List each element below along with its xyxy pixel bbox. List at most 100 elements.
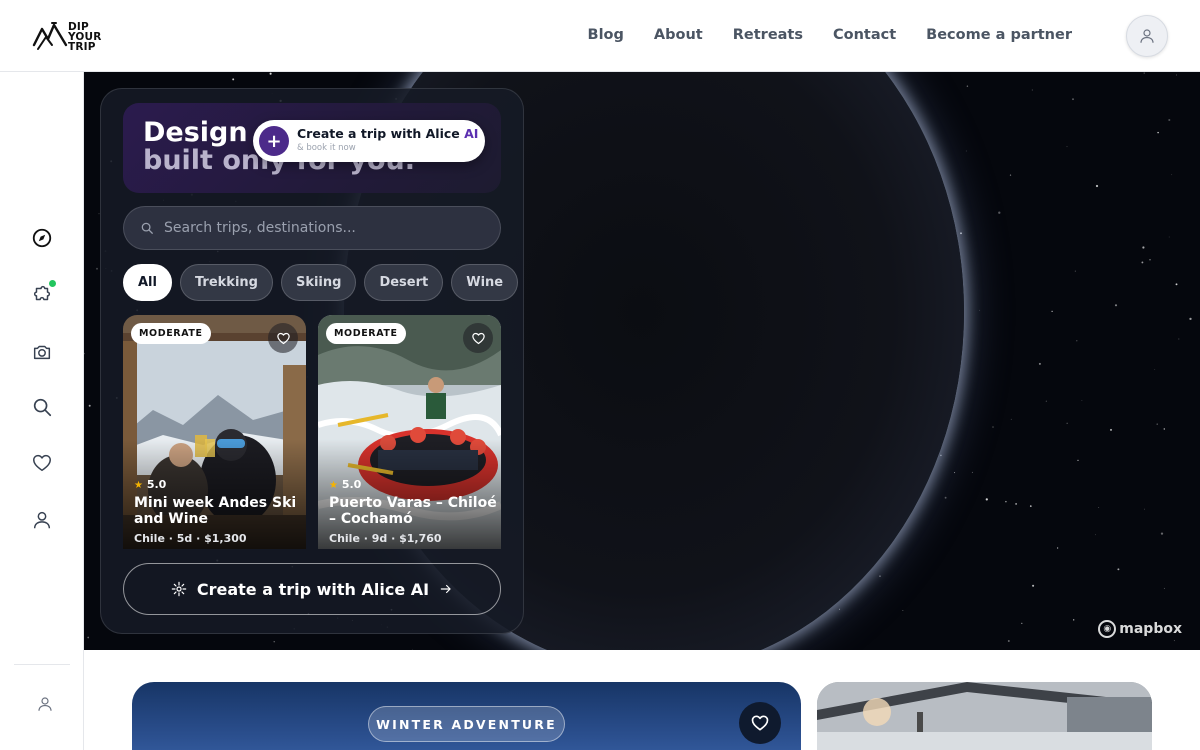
filter-chip-all[interactable]: All (123, 264, 172, 301)
trip-search-bar[interactable] (123, 206, 501, 250)
star (1077, 459, 1079, 462)
favorite-button[interactable] (268, 323, 298, 353)
star (971, 471, 973, 473)
trip-card[interactable]: MODERATE ★ 5.0 Mini week Andes Ski and W… (123, 315, 306, 549)
star (1073, 619, 1075, 621)
sidebar-divider (14, 664, 70, 665)
star (269, 72, 272, 75)
top-navigation-bar: DIP YOUR TRIP Blog About Retreats Contac… (0, 0, 1200, 72)
favorite-button[interactable] (463, 323, 493, 353)
star (1098, 506, 1100, 508)
alice-pill-subtitle: & book it now (297, 143, 356, 153)
main-nav: Blog About Retreats Contact Become a par… (588, 0, 1072, 70)
user-icon (1140, 29, 1154, 43)
star (1081, 400, 1083, 401)
star (1160, 532, 1164, 535)
camera-icon (33, 345, 51, 360)
sidebar-search-button[interactable] (30, 395, 54, 419)
star (1009, 174, 1012, 176)
nav-link-retreats[interactable]: Retreats (733, 27, 803, 43)
star (992, 426, 994, 428)
star (1007, 640, 1010, 642)
difficulty-badge: MODERATE (131, 323, 211, 344)
star (1154, 368, 1156, 370)
star (1163, 587, 1165, 589)
trip-design-panel: Design a built only for you. + Create a … (100, 88, 524, 634)
star (1076, 340, 1078, 342)
alice-pill-ai-label: AI (464, 126, 479, 141)
logo-wordmark: DIP YOUR TRIP (68, 22, 102, 53)
featured-trip-card[interactable]: WINTER ADVENTURE (132, 682, 801, 750)
nav-link-become-a-partner[interactable]: Become a partner (926, 27, 1072, 43)
alice-ai-pill-button[interactable]: + Create a trip with Alice AI & book it … (253, 120, 485, 162)
user-icon (38, 697, 52, 711)
sidebar-experiences-button[interactable] (30, 280, 56, 306)
star (979, 309, 981, 311)
alice-pill-title-prefix: Create a trip with Alice (297, 126, 460, 141)
mapbox-logo-icon: ◉ (1098, 620, 1117, 638)
filter-chip-skiing[interactable]: Skiing (280, 264, 357, 301)
star (1117, 568, 1120, 571)
star (1038, 362, 1041, 365)
star (1163, 428, 1166, 430)
mapbox-attribution[interactable]: ◉ mapbox (1098, 620, 1182, 638)
star (1066, 146, 1068, 148)
star (1095, 534, 1096, 536)
category-filter-chips: All Trekking Skiing Desert Wine (123, 264, 523, 302)
trip-meta: Chile · 5d · $1,300 (134, 532, 247, 545)
star (1168, 236, 1170, 238)
star (1109, 428, 1113, 431)
trip-cards-carousel: MODERATE ★ 5.0 Mini week Andes Ski and W… (123, 315, 501, 549)
difficulty-badge: MODERATE (326, 323, 406, 344)
star (1015, 502, 1018, 505)
star-icon: ★ (329, 480, 338, 491)
star (1142, 246, 1145, 249)
secondary-trip-card[interactable] (817, 682, 1152, 750)
star (1021, 622, 1023, 625)
filter-chip-desert[interactable]: Desert (364, 264, 444, 301)
trip-meta: Chile · 9d · $1,760 (329, 532, 442, 545)
star (985, 498, 988, 501)
star (1066, 422, 1068, 424)
nav-link-blog[interactable]: Blog (588, 27, 624, 43)
sidebar-photos-button[interactable] (30, 340, 54, 364)
trip-title: Mini week Andes Ski and Wine (134, 495, 297, 527)
account-avatar-button[interactable] (1126, 15, 1168, 57)
sparkle-icon (171, 581, 187, 597)
trip-rating: ★ 5.0 (134, 478, 166, 491)
star (965, 150, 967, 152)
star (1056, 547, 1059, 549)
star (88, 404, 91, 407)
trip-rating: ★ 5.0 (329, 478, 361, 491)
sidebar-favorites-button[interactable] (30, 451, 54, 475)
nav-link-about[interactable]: About (654, 27, 703, 43)
star (1095, 184, 1099, 188)
star (1178, 338, 1180, 340)
heart-icon (471, 332, 485, 344)
sidebar-account-button[interactable] (33, 692, 57, 716)
star (1144, 508, 1145, 510)
star (1149, 259, 1151, 261)
star (1045, 400, 1047, 402)
sidebar-profile-button[interactable] (30, 508, 54, 532)
sidebar-explore-button[interactable] (30, 226, 54, 250)
search-input[interactable] (164, 220, 484, 236)
featured-favorite-button[interactable] (739, 702, 781, 744)
star (954, 472, 956, 474)
star (1029, 505, 1032, 507)
star (1010, 418, 1012, 420)
nav-link-contact[interactable]: Contact (833, 27, 896, 43)
mapbox-wordmark: mapbox (1119, 621, 1182, 637)
filter-chip-wine[interactable]: Wine (451, 264, 519, 301)
dip-your-trip-logo[interactable]: DIP YOUR TRIP (32, 18, 112, 54)
star (412, 648, 413, 650)
star (1141, 261, 1144, 264)
star (944, 496, 947, 499)
filter-chip-trekking[interactable]: Trekking (179, 264, 273, 301)
rating-value: 5.0 (146, 478, 167, 491)
trip-card[interactable]: MODERATE ★ 5.0 Puerto Varas – Chiloé – C… (318, 315, 501, 549)
create-trip-with-alice-button[interactable]: Create a trip with Alice AI (123, 563, 501, 615)
trip-title: Puerto Varas – Chiloé – Cochamó (329, 495, 497, 527)
star (838, 608, 840, 610)
star (998, 211, 1001, 214)
